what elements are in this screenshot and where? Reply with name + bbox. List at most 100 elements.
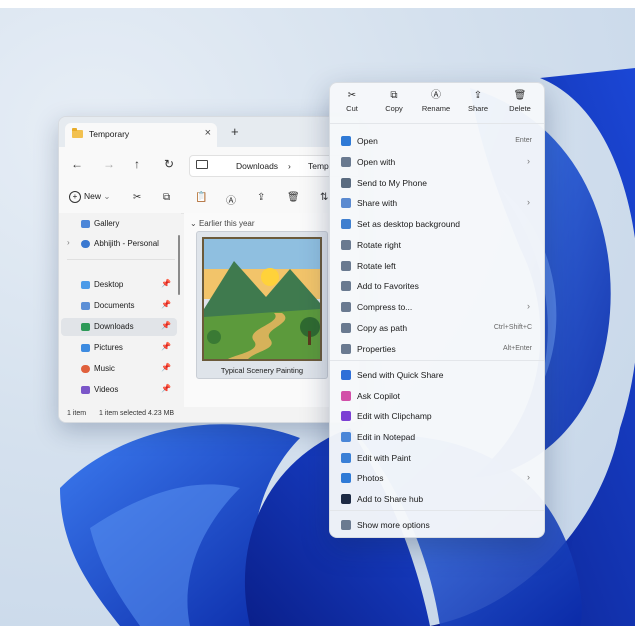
menu-item-set-as-desktop-background[interactable]: Set as desktop background bbox=[334, 214, 540, 234]
paste-icon[interactable]: 📋 bbox=[195, 192, 207, 203]
zip-icon bbox=[341, 302, 351, 312]
menu-item-copy-as-path[interactable]: Copy as path Ctrl+Shift+C bbox=[334, 318, 540, 338]
more-options-icon bbox=[341, 520, 351, 530]
menu-item-rotate-left[interactable]: Rotate left bbox=[334, 256, 540, 276]
menu-item-properties[interactable]: Properties Alt+Enter bbox=[334, 339, 540, 359]
submenu-chevron-icon: › bbox=[527, 301, 530, 311]
sidebar-item-downloads[interactable]: Downloads 📌 bbox=[61, 318, 177, 336]
menu-item-send-with-quick-share[interactable]: Send with Quick Share bbox=[334, 365, 540, 385]
delete-icon[interactable]: 🗑 bbox=[287, 192, 300, 203]
menu-separator bbox=[330, 360, 544, 361]
share-label: Share bbox=[467, 104, 488, 113]
scenery-painting-thumbnail bbox=[202, 237, 322, 361]
tab-title: Temporary bbox=[89, 129, 130, 139]
sidebar-item-desktop[interactable]: Desktop 📌 bbox=[61, 276, 177, 294]
rename-icon[interactable]: Ⓐ bbox=[226, 192, 236, 207]
sidebar-item-music[interactable]: Music 📌 bbox=[61, 360, 177, 378]
group-header[interactable]: ⌄ Earlier this year bbox=[190, 219, 255, 228]
menu-item-edit-with-clipchamp[interactable]: Edit with Clipchamp bbox=[334, 406, 540, 426]
pictures-icon bbox=[81, 344, 90, 352]
videos-icon bbox=[81, 386, 90, 394]
menu-item-label: Add to Favorites bbox=[357, 281, 419, 291]
menu-separator bbox=[330, 510, 544, 511]
sidebar-item-pictures[interactable]: Pictures 📌 bbox=[61, 339, 177, 357]
desktop-icon bbox=[81, 281, 90, 289]
rotate-right-icon bbox=[341, 240, 351, 250]
scrollbar[interactable] bbox=[178, 235, 180, 295]
star-icon bbox=[341, 281, 351, 291]
sidebar-item-onedrive[interactable]: › Abhijith - Personal bbox=[61, 235, 177, 253]
gallery-icon bbox=[81, 220, 90, 228]
delete-button[interactable]: 🗑 Delete bbox=[502, 89, 538, 113]
menu-item-label: Edit in Notepad bbox=[357, 432, 416, 442]
pin-icon: 📌 bbox=[161, 279, 171, 288]
cut-icon[interactable]: ✂ bbox=[133, 192, 141, 203]
menu-item-label: Send to My Phone bbox=[357, 178, 427, 188]
pin-icon: 📌 bbox=[161, 342, 171, 351]
scissors-icon: ✂ bbox=[347, 90, 357, 101]
new-label: New bbox=[84, 191, 102, 201]
menu-item-rotate-right[interactable]: Rotate right bbox=[334, 235, 540, 255]
close-tab-icon[interactable]: × bbox=[205, 127, 211, 139]
documents-icon bbox=[81, 302, 90, 310]
open-with-icon bbox=[341, 157, 351, 167]
cut-button[interactable]: ✂ Cut bbox=[334, 89, 370, 113]
menu-item-photos[interactable]: Photos › bbox=[334, 468, 540, 488]
new-tab-button[interactable]: + bbox=[231, 124, 239, 139]
menu-item-label: Send with Quick Share bbox=[357, 370, 444, 380]
quick-actions-bar: ✂ Cut ⧉ Copy Ⓐ Rename ⇪ Share 🗑 Delete bbox=[330, 83, 544, 124]
forward-arrow-icon[interactable]: → bbox=[103, 157, 115, 171]
computer-icon bbox=[196, 160, 208, 169]
pin-icon: 📌 bbox=[161, 321, 171, 330]
menu-item-show-more-options[interactable]: Show more options bbox=[334, 515, 540, 535]
menu-item-add-to-favorites[interactable]: Add to Favorites bbox=[334, 276, 540, 296]
new-button[interactable]: + New ⌄ bbox=[69, 191, 111, 203]
menu-item-open-with[interactable]: Open with › bbox=[334, 152, 540, 172]
menu-item-ask-copilot[interactable]: Ask Copilot bbox=[334, 386, 540, 406]
menu-item-open[interactable]: Open Enter bbox=[334, 131, 540, 151]
sidebar-item-videos[interactable]: Videos 📌 bbox=[61, 381, 177, 399]
folder-icon bbox=[72, 128, 83, 138]
menu-item-label: Rotate left bbox=[357, 261, 396, 271]
wrench-icon bbox=[341, 344, 351, 354]
menu-item-compress-to[interactable]: Compress to... › bbox=[334, 297, 540, 317]
pin-icon: 📌 bbox=[161, 384, 171, 393]
menu-item-edit-with-paint[interactable]: Edit with Paint bbox=[334, 448, 540, 468]
menu-item-send-to-my-phone[interactable]: Send to My Phone bbox=[334, 173, 540, 193]
shortcut-hint: Ctrl+Shift+C bbox=[493, 324, 532, 331]
breadcrumb-downloads[interactable]: Downloads bbox=[236, 161, 278, 171]
share-icon[interactable]: ⇪ bbox=[257, 192, 265, 203]
sidebar-item-label: Documents bbox=[94, 301, 135, 310]
sort-icon[interactable]: ⇅ bbox=[320, 192, 328, 203]
copy-icon[interactable]: ⧉ bbox=[163, 192, 170, 203]
sidebar-item-label: Music bbox=[94, 364, 115, 373]
submenu-chevron-icon: › bbox=[527, 472, 530, 482]
menu-item-label: Set as desktop background bbox=[357, 219, 461, 229]
sidebar-item-label: Gallery bbox=[94, 219, 120, 228]
back-arrow-icon[interactable]: ← bbox=[71, 157, 83, 171]
breadcrumb-temp[interactable]: Temp bbox=[308, 161, 329, 171]
menu-item-edit-in-notepad[interactable]: Edit in Notepad bbox=[334, 427, 540, 447]
shortcut-hint: Enter bbox=[515, 137, 532, 144]
sidebar-item-label: Downloads bbox=[94, 322, 134, 331]
sidebar-item-gallery[interactable]: Gallery bbox=[61, 215, 177, 233]
expand-chevron-icon[interactable]: › bbox=[67, 238, 70, 247]
menu-item-share-with[interactable]: Share with › bbox=[334, 193, 540, 213]
breadcrumb-separator-icon: › bbox=[288, 161, 291, 171]
sidebar-item-documents[interactable]: Documents 📌 bbox=[61, 297, 177, 315]
copy-label: Copy bbox=[385, 104, 403, 113]
file-item-selected[interactable]: Typical Scenery Painting bbox=[196, 231, 328, 379]
share-button[interactable]: ⇪ Share bbox=[460, 89, 496, 113]
menu-item-add-to-share-hub[interactable]: Add to Share hub bbox=[334, 489, 540, 509]
copy-button[interactable]: ⧉ Copy bbox=[376, 89, 412, 113]
selection-info: 1 item selected 4.23 MB bbox=[99, 410, 175, 417]
refresh-icon[interactable]: ↻ bbox=[164, 157, 174, 171]
copy-icon: ⧉ bbox=[390, 90, 398, 101]
menu-item-label: Add to Share hub bbox=[357, 494, 424, 504]
shortcut-hint: Alt+Enter bbox=[503, 345, 532, 352]
divider bbox=[67, 259, 175, 260]
context-menu: ✂ Cut ⧉ Copy Ⓐ Rename ⇪ Share 🗑 Delete O… bbox=[329, 82, 545, 538]
tab-temporary[interactable]: Temporary × bbox=[65, 123, 217, 147]
up-arrow-icon[interactable]: ↑ bbox=[134, 157, 140, 171]
rename-button[interactable]: Ⓐ Rename bbox=[418, 89, 454, 113]
